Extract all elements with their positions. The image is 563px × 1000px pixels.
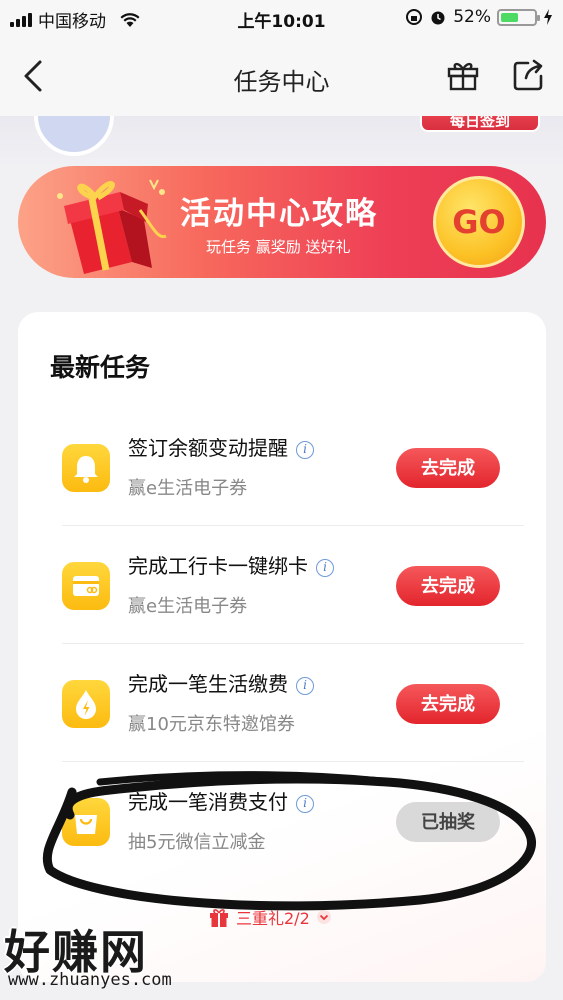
- banner-title: 活动中心攻略: [180, 196, 378, 232]
- gift-icon[interactable]: [446, 58, 480, 92]
- task-item: 完成一笔生活缴费 i 赢10元京东特邀馆券 去完成: [62, 644, 524, 762]
- info-icon[interactable]: i: [316, 558, 334, 577]
- alarm-icon: [431, 11, 445, 25]
- task-item: 签订余额变动提醒 i 赢e生活电子券 去完成: [62, 408, 524, 526]
- task-title-text: 签订余额变动提醒: [128, 436, 288, 460]
- task-title-text: 完成工行卡一键绑卡: [128, 554, 308, 578]
- complete-task-button[interactable]: 去完成: [396, 448, 500, 488]
- complete-task-button[interactable]: 去完成: [396, 684, 500, 724]
- checkin-button[interactable]: 每日签到: [420, 116, 540, 132]
- info-icon[interactable]: i: [296, 676, 314, 695]
- latest-tasks-card: 最新任务 签订余额变动提醒 i 赢e生活电子券 去完成 完成工行卡一键绑卡 i …: [18, 312, 546, 982]
- shopping-bag-icon: [62, 798, 110, 846]
- task-title: 完成一笔消费支付 i: [128, 786, 314, 815]
- task-title: 完成工行卡一键绑卡 i: [128, 550, 334, 579]
- task-reward: 赢10元京东特邀馆券: [128, 714, 295, 735]
- charging-icon: [544, 9, 552, 25]
- battery-icon: [497, 8, 540, 26]
- battery-fill: [501, 12, 518, 22]
- triple-gift-toggle[interactable]: 三重礼2/2: [208, 902, 332, 932]
- profile-strip: 每日签到: [0, 116, 563, 164]
- avatar[interactable]: [34, 116, 114, 156]
- chevron-down-icon: [316, 910, 331, 924]
- go-button[interactable]: GO: [433, 176, 525, 268]
- drawn-status-button[interactable]: 已抽奖: [396, 802, 500, 842]
- info-icon[interactable]: i: [296, 794, 314, 813]
- rotation-lock-icon: [406, 9, 423, 25]
- info-icon[interactable]: i: [296, 440, 314, 459]
- task-reward: 赢e生活电子券: [128, 478, 248, 499]
- watermark-url: www.zhuanyes.com: [8, 970, 172, 990]
- battery-percent: 52%: [453, 7, 491, 27]
- task-title-text: 完成一笔生活缴费: [128, 672, 288, 696]
- task-item: 完成一笔消费支付 i 抽5元微信立减金 已抽奖: [62, 762, 524, 880]
- nav-bar: 任务中心: [0, 36, 563, 116]
- share-icon[interactable]: [512, 58, 546, 92]
- lightning-drop-icon: [62, 680, 110, 728]
- activity-guide-banner[interactable]: 活动中心攻略 玩任务 赢奖励 送好礼 GO: [18, 166, 546, 278]
- task-reward: 赢e生活电子券: [128, 596, 248, 617]
- bell-icon: [62, 444, 110, 492]
- status-bar: 中国移动 上午10:01 52%: [0, 0, 563, 36]
- complete-task-button[interactable]: 去完成: [396, 566, 500, 606]
- section-title: 最新任务: [50, 353, 151, 382]
- task-title: 完成一笔生活缴费 i: [128, 668, 314, 697]
- triple-gift-label: 三重礼2/2: [236, 909, 310, 928]
- task-title: 签订余额变动提醒 i: [128, 432, 314, 461]
- gift-box-icon: [57, 179, 167, 274]
- watermark: 好赚网 www.zhuanyes.com: [4, 916, 204, 1000]
- task-list: 签订余额变动提醒 i 赢e生活电子券 去完成 完成工行卡一键绑卡 i 赢e生活电子券…: [62, 408, 524, 880]
- card-icon: [62, 562, 110, 610]
- task-title-text: 完成一笔消费支付: [128, 790, 288, 814]
- task-item: 完成工行卡一键绑卡 i 赢e生活电子券 去完成: [62, 526, 524, 644]
- banner-subtitle: 玩任务 赢奖励 送好礼: [206, 238, 351, 256]
- status-right: 52%: [405, 7, 553, 27]
- task-reward: 抽5元微信立减金: [128, 832, 266, 853]
- gift-icon: [210, 909, 228, 927]
